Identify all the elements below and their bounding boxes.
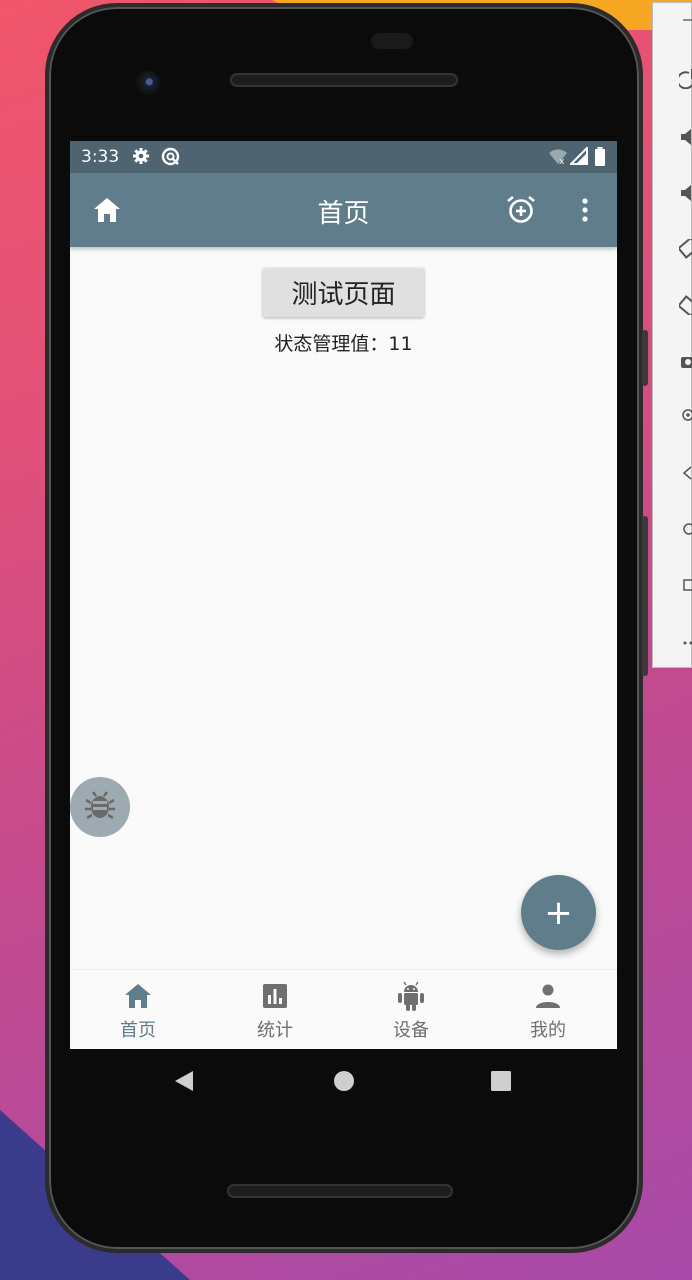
test-page-button[interactable]: 测试页面 [263,268,424,317]
minimize-icon[interactable] [653,7,692,31]
rotate-left-icon[interactable] [653,229,692,269]
nav-item-home[interactable]: 首页 [70,970,206,1049]
status-time: 3:33 [81,147,120,167]
nav-label: 我的 [530,1020,566,1041]
svg-text:x: x [559,157,565,165]
status-bar: 3:33 x [70,141,617,173]
emulator-toolbar [652,2,692,668]
overview-icon[interactable] [653,565,692,605]
add-fab[interactable]: + [521,875,596,950]
more-horiz-icon[interactable] [653,621,692,661]
home-circle-icon[interactable] [653,509,692,549]
bottom-speaker [227,1184,453,1198]
add-icon: + [544,892,573,933]
front-camera [136,71,160,95]
person-icon [535,982,561,1010]
battery-icon [594,147,606,171]
more-vert-icon[interactable] [579,197,591,227]
volume-key [642,516,648,676]
bug-icon [84,789,116,825]
wifi-icon: x [548,147,568,170]
app-bar: 首页 [70,173,617,247]
rotate-right-icon[interactable] [653,285,692,325]
device-screen: 3:33 x 首页 测试页面 状态管理值：11 + 首页 统计 设备 我的 [70,141,617,1049]
system-nav-bar [70,1049,617,1113]
nav-label: 统计 [257,1020,293,1041]
back-triangle-icon[interactable] [174,1070,194,1096]
volume-up-icon[interactable] [653,117,692,157]
nav-item-devices[interactable]: 设备 [343,970,479,1049]
nav-label: 首页 [120,1020,156,1041]
debug-button[interactable] [70,777,130,837]
gear-icon [132,147,150,170]
signal-icon [568,145,588,170]
bar-chart-icon [262,982,288,1010]
power-icon[interactable] [653,59,692,99]
bottom-nav: 首页 统计 设备 我的 [70,969,617,1049]
earpiece [230,73,458,87]
alarm-add-icon[interactable] [506,195,536,229]
nav-label: 设备 [393,1020,429,1041]
nav-item-stats[interactable]: 统计 [207,970,343,1049]
nav-item-profile[interactable]: 我的 [480,970,616,1049]
top-slot [371,33,413,49]
back-icon[interactable] [653,453,692,493]
state-value-text: 状态管理值：11 [274,333,413,355]
zoom-icon[interactable] [653,395,692,435]
power-key [642,330,648,386]
recents-square-icon[interactable] [491,1071,511,1095]
sync-icon [161,147,180,171]
camera-icon[interactable] [653,341,692,381]
home-circle-icon[interactable] [333,1070,355,1096]
android-icon [396,981,426,1011]
home-icon [124,982,152,1010]
volume-down-icon[interactable] [653,173,692,213]
